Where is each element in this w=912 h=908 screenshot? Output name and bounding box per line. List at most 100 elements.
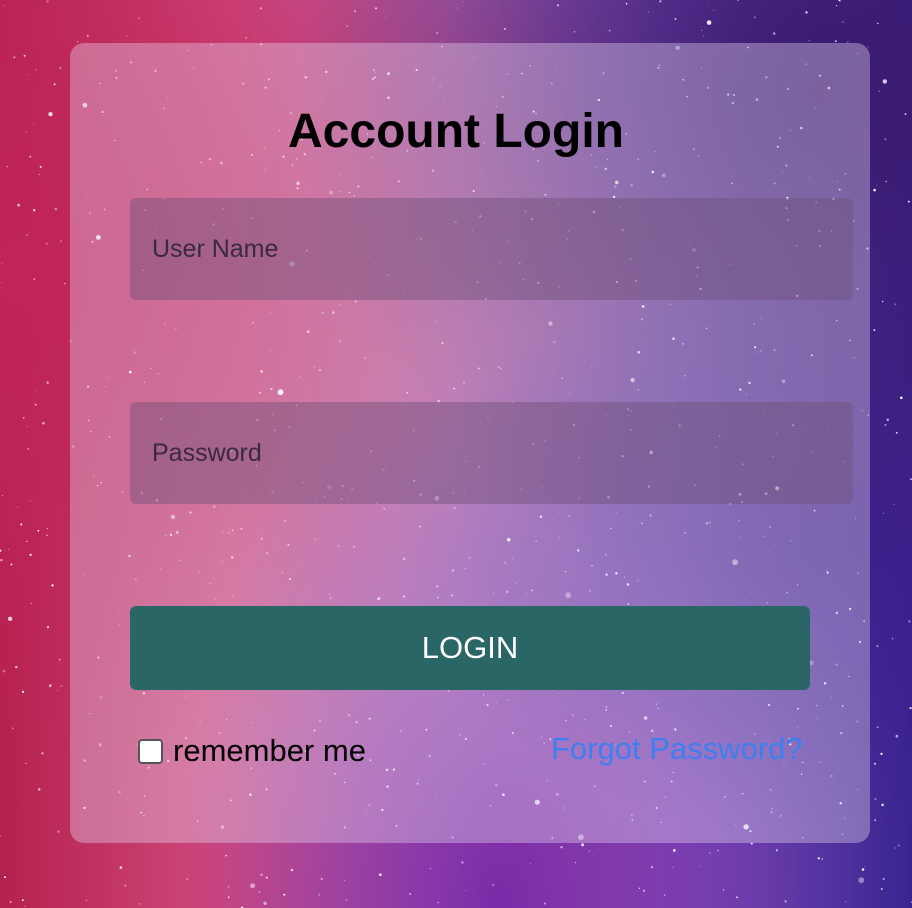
star xyxy=(35,69,37,71)
star xyxy=(46,381,49,384)
star xyxy=(17,203,20,207)
forgot-password-link[interactable]: Forgot Password? xyxy=(551,731,803,767)
star xyxy=(882,79,887,84)
star xyxy=(26,73,28,75)
star xyxy=(543,902,547,905)
star xyxy=(290,868,294,872)
star xyxy=(345,899,348,901)
star xyxy=(808,39,811,42)
star xyxy=(643,889,646,892)
star xyxy=(456,7,458,9)
star xyxy=(26,234,28,236)
star xyxy=(648,11,650,13)
star xyxy=(38,173,40,175)
star xyxy=(900,396,903,400)
star xyxy=(346,25,348,27)
star xyxy=(186,878,189,880)
star xyxy=(437,901,440,904)
star xyxy=(2,669,6,673)
star xyxy=(894,303,897,306)
star xyxy=(709,852,711,854)
star xyxy=(59,67,62,70)
star xyxy=(784,900,787,903)
star xyxy=(30,500,32,502)
star xyxy=(35,390,37,392)
star xyxy=(13,56,16,59)
star xyxy=(894,847,897,849)
star xyxy=(817,857,820,860)
star xyxy=(46,534,48,537)
star xyxy=(876,185,878,187)
star xyxy=(908,620,911,623)
star xyxy=(673,849,676,852)
star xyxy=(86,34,89,37)
star xyxy=(49,684,52,688)
star xyxy=(873,329,876,331)
star xyxy=(385,16,386,17)
star xyxy=(76,41,79,43)
star xyxy=(26,426,28,428)
star xyxy=(3,5,5,7)
star xyxy=(556,4,560,7)
star xyxy=(461,861,464,864)
star xyxy=(6,165,9,168)
star xyxy=(429,867,432,870)
star xyxy=(907,200,910,203)
star xyxy=(700,865,702,867)
star xyxy=(227,896,230,898)
star xyxy=(53,83,56,86)
star xyxy=(57,830,60,833)
star xyxy=(33,278,36,280)
star xyxy=(503,28,506,30)
star xyxy=(881,803,884,807)
star xyxy=(410,859,412,861)
star xyxy=(409,893,411,895)
star xyxy=(29,553,32,557)
star xyxy=(46,0,49,3)
star xyxy=(638,887,641,889)
star xyxy=(24,905,26,907)
checkbox-icon[interactable] xyxy=(138,738,163,764)
star xyxy=(20,523,23,526)
star xyxy=(876,726,879,729)
star xyxy=(124,884,127,887)
star xyxy=(588,850,590,852)
star xyxy=(22,804,24,806)
star xyxy=(46,528,48,529)
star xyxy=(126,35,128,37)
star xyxy=(713,10,714,12)
star xyxy=(375,7,377,10)
star xyxy=(867,46,869,48)
star xyxy=(0,549,2,552)
star xyxy=(608,29,611,32)
star xyxy=(773,32,776,35)
login-button[interactable]: LOGIN xyxy=(130,606,810,690)
star xyxy=(530,863,531,864)
star xyxy=(225,854,228,857)
star xyxy=(45,242,48,245)
username-input[interactable] xyxy=(130,198,853,300)
star xyxy=(608,889,610,891)
star xyxy=(9,901,12,903)
star xyxy=(674,18,677,20)
star xyxy=(663,894,666,896)
remember-me-checkbox[interactable]: remember me xyxy=(138,733,366,769)
star xyxy=(858,877,865,884)
star xyxy=(581,843,585,847)
star xyxy=(33,209,36,212)
star xyxy=(882,877,885,881)
star xyxy=(27,448,29,450)
star xyxy=(4,876,6,879)
star xyxy=(893,504,895,506)
star xyxy=(436,32,439,34)
star xyxy=(874,819,877,822)
star xyxy=(318,893,321,896)
star xyxy=(834,40,837,43)
star xyxy=(2,495,3,497)
star xyxy=(877,22,879,25)
password-input[interactable] xyxy=(130,402,853,504)
star xyxy=(260,873,263,876)
star xyxy=(54,207,58,211)
star xyxy=(25,762,27,764)
star xyxy=(754,16,756,19)
